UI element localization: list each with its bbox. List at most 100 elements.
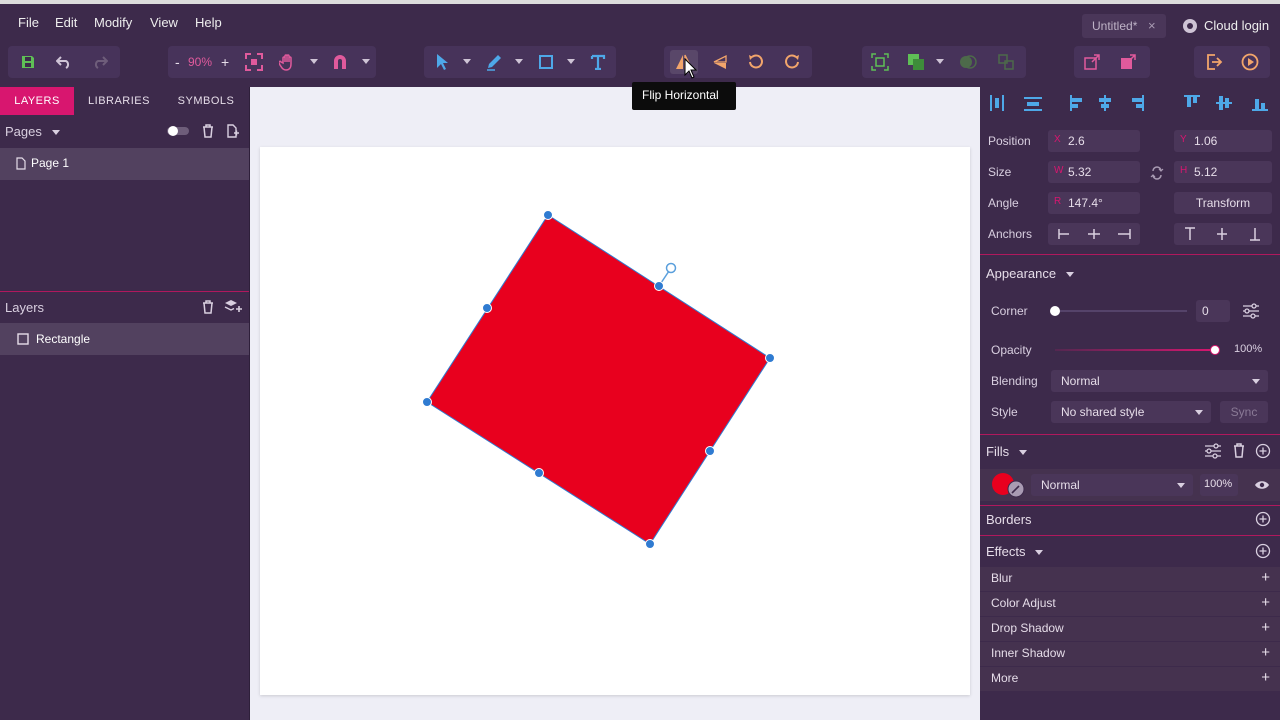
group-button[interactable] (866, 50, 894, 74)
mask-button[interactable] (954, 50, 982, 74)
add-fill-icon[interactable] (1255, 443, 1271, 459)
shape-tool-button[interactable] (532, 50, 560, 74)
pen-tool-caret-icon[interactable] (515, 59, 523, 64)
effect-color-adjust[interactable]: Color Adjust + (980, 592, 1280, 616)
flip-vertical-button[interactable] (706, 50, 734, 74)
add-more-icon[interactable]: + (1261, 669, 1270, 686)
angle-field[interactable]: R 147.4° (1048, 192, 1140, 214)
menu-view[interactable]: View (150, 15, 178, 30)
distribute-vertical-icon[interactable] (1024, 97, 1042, 111)
boolean-union-button[interactable] (902, 50, 930, 74)
corner-value-field[interactable]: 0 (1196, 300, 1230, 322)
corner-slider-track[interactable] (1055, 310, 1187, 312)
align-right-icon[interactable] (1132, 95, 1144, 111)
select-tool-button[interactable] (428, 50, 456, 74)
ungroup-button[interactable] (992, 50, 1020, 74)
align-top-icon[interactable] (1184, 95, 1200, 107)
undo-button[interactable] (50, 50, 78, 74)
preview-button[interactable] (1236, 50, 1264, 74)
effect-inner-shadow[interactable]: Inner Shadow + (980, 642, 1280, 666)
select-tool-caret-icon[interactable] (463, 59, 471, 64)
corner-settings-icon[interactable] (1242, 303, 1260, 319)
position-y-field[interactable]: Y 1.06 (1174, 130, 1272, 152)
delete-layer-icon[interactable] (201, 300, 215, 314)
fill-opacity-field[interactable]: 100% (1200, 474, 1238, 496)
resize-handle-top-left[interactable] (543, 210, 553, 220)
menu-file[interactable]: File (18, 15, 39, 30)
add-drop-shadow-icon[interactable]: + (1261, 619, 1270, 636)
blending-dropdown[interactable]: Normal (1051, 370, 1268, 392)
add-layer-icon[interactable] (224, 299, 242, 315)
document-tab-close-icon[interactable]: × (1148, 18, 1156, 33)
pen-tool-button[interactable] (480, 50, 508, 74)
rotation-handle[interactable] (665, 262, 677, 274)
resize-handle-bottom[interactable] (534, 468, 544, 478)
zoom-in-button[interactable]: + (221, 54, 229, 70)
tab-libraries[interactable]: LIBRARIES (80, 87, 158, 115)
add-color-adjust-icon[interactable]: + (1261, 594, 1270, 611)
rotate-right-button[interactable] (778, 50, 806, 74)
transform-button[interactable]: Transform (1174, 192, 1272, 214)
effect-blur[interactable]: Blur + (980, 567, 1280, 591)
position-x-field[interactable]: X 2.6 (1048, 130, 1140, 152)
snap-caret-icon[interactable] (362, 59, 370, 64)
align-middle-vertical-icon[interactable] (1216, 96, 1232, 110)
horizontal-anchor-icons[interactable] (1058, 228, 1134, 240)
boolean-caret-icon[interactable] (936, 59, 944, 64)
zoom-level[interactable]: 90% (188, 55, 212, 69)
delete-fill-icon[interactable] (1232, 443, 1246, 458)
export-selection-button[interactable] (1114, 50, 1142, 74)
effects-header[interactable]: Effects (986, 544, 1044, 559)
align-center-horizontal-icon[interactable] (1099, 95, 1111, 111)
resize-handle-top[interactable] (654, 281, 664, 291)
add-inner-shadow-icon[interactable]: + (1261, 644, 1270, 661)
corner-slider-thumb[interactable] (1050, 306, 1060, 316)
opacity-value[interactable]: 100% (1234, 343, 1262, 355)
fill-settings-icon[interactable] (1204, 443, 1222, 459)
layer-list-item[interactable]: Rectangle (0, 323, 249, 355)
rotate-left-button[interactable] (742, 50, 770, 74)
tab-layers[interactable]: LAYERS (0, 87, 74, 115)
size-h-field[interactable]: H 5.12 (1174, 161, 1272, 183)
vertical-anchor-icons[interactable] (1184, 227, 1264, 241)
opacity-slider-thumb[interactable] (1210, 345, 1220, 355)
delete-page-icon[interactable] (201, 124, 215, 138)
fit-screen-button[interactable] (240, 50, 268, 74)
visibility-icon[interactable] (1254, 479, 1270, 491)
document-tab[interactable]: Untitled* × (1082, 14, 1166, 38)
resize-handle-right[interactable] (705, 446, 715, 456)
menu-modify[interactable]: Modify (94, 15, 132, 30)
export-button[interactable] (1078, 50, 1106, 74)
save-button[interactable] (14, 50, 42, 74)
add-effect-icon[interactable] (1255, 543, 1271, 559)
rectangle-shape[interactable] (426, 214, 771, 545)
tab-symbols[interactable]: SYMBOLS (166, 87, 246, 115)
fills-header[interactable]: Fills (986, 444, 1027, 459)
add-page-icon[interactable] (225, 124, 239, 138)
snap-button[interactable] (326, 50, 354, 74)
add-blur-icon[interactable]: + (1261, 569, 1270, 586)
add-border-icon[interactable] (1255, 511, 1271, 527)
resize-handle-bottom-right[interactable] (645, 539, 655, 549)
opacity-slider-track[interactable] (1055, 349, 1215, 351)
lock-ratio-icon[interactable] (1150, 165, 1164, 181)
align-left-icon[interactable] (1070, 95, 1082, 111)
align-bottom-icon[interactable] (1252, 99, 1268, 111)
distribute-horizontal-icon[interactable] (990, 95, 1004, 111)
resize-handle-top-right[interactable] (765, 353, 775, 363)
sync-button[interactable]: Sync (1220, 401, 1268, 423)
menu-help[interactable]: Help (195, 15, 222, 30)
appearance-header[interactable]: Appearance (986, 266, 1074, 281)
menu-edit[interactable]: Edit (55, 15, 77, 30)
page-list-item[interactable]: Page 1 (0, 148, 249, 180)
toggle-icon[interactable] (166, 125, 190, 137)
cloud-login-button[interactable]: Cloud login (1182, 18, 1269, 34)
hand-tool-button[interactable] (274, 50, 302, 74)
redo-button[interactable] (86, 50, 114, 74)
resize-handle-bottom-left[interactable] (422, 397, 432, 407)
hand-tool-caret-icon[interactable] (310, 59, 318, 64)
size-w-field[interactable]: W 5.32 (1048, 161, 1140, 183)
text-tool-button[interactable] (584, 50, 612, 74)
fill-blend-dropdown[interactable]: Normal (1031, 474, 1193, 496)
style-dropdown[interactable]: No shared style (1051, 401, 1211, 423)
